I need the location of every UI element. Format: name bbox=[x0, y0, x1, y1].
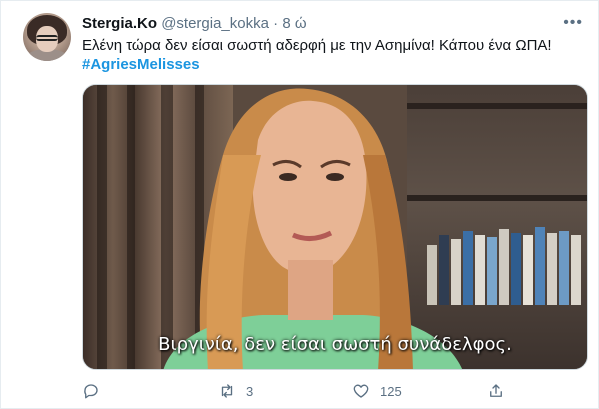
tweet-timestamp[interactable]: 8 ώ bbox=[282, 15, 306, 32]
media-book bbox=[547, 233, 557, 305]
like-count: 125 bbox=[380, 383, 402, 399]
tweet-text: Ελένη τώρα δεν είσαι σωστή αδερφή με την… bbox=[82, 37, 552, 54]
tweet-card[interactable]: Stergia.Ko @stergia_kokka · 8 ώ ••• Ελέν… bbox=[0, 0, 599, 409]
retweet-button[interactable]: 3 bbox=[218, 379, 253, 403]
media-book bbox=[487, 237, 497, 305]
media-book bbox=[571, 235, 581, 305]
retweet-count: 3 bbox=[246, 383, 254, 399]
like-icon bbox=[353, 384, 369, 398]
author-handle[interactable]: @stergia_kokka bbox=[161, 15, 269, 32]
author-name[interactable]: Stergia.Ko bbox=[82, 15, 157, 32]
separator-dot: · bbox=[273, 15, 279, 32]
tweet-header: Stergia.Ko @stergia_kokka · 8 ώ bbox=[82, 15, 307, 33]
tweet-media-image[interactable]: Βιργινία, δεν είσαι σωστή συνάδελφος. bbox=[82, 84, 588, 370]
retweet-icon bbox=[221, 384, 233, 398]
hashtag-link[interactable]: #AgriesMelisses bbox=[82, 55, 200, 74]
more-icon[interactable]: ••• bbox=[563, 15, 583, 31]
media-book bbox=[523, 235, 533, 305]
like-button[interactable]: 125 bbox=[352, 379, 402, 403]
media-book bbox=[463, 231, 473, 305]
reply-icon bbox=[84, 384, 98, 399]
avatar[interactable] bbox=[23, 13, 71, 61]
share-icon bbox=[490, 384, 502, 397]
media-book bbox=[511, 233, 521, 305]
media-book bbox=[559, 231, 569, 305]
media-book bbox=[499, 229, 509, 305]
avatar-glasses bbox=[36, 35, 58, 41]
woman-figure bbox=[163, 88, 462, 369]
reply-button[interactable] bbox=[82, 379, 110, 403]
tweet-actions: 3 125 bbox=[82, 379, 582, 403]
media-book bbox=[535, 227, 545, 305]
share-button[interactable] bbox=[487, 379, 505, 403]
video-subtitle: Βιργινία, δεν είσαι σωστή συνάδελφος. bbox=[158, 334, 512, 355]
media-book bbox=[475, 235, 485, 305]
media-stripe bbox=[127, 85, 135, 369]
media-stripe bbox=[97, 85, 107, 369]
